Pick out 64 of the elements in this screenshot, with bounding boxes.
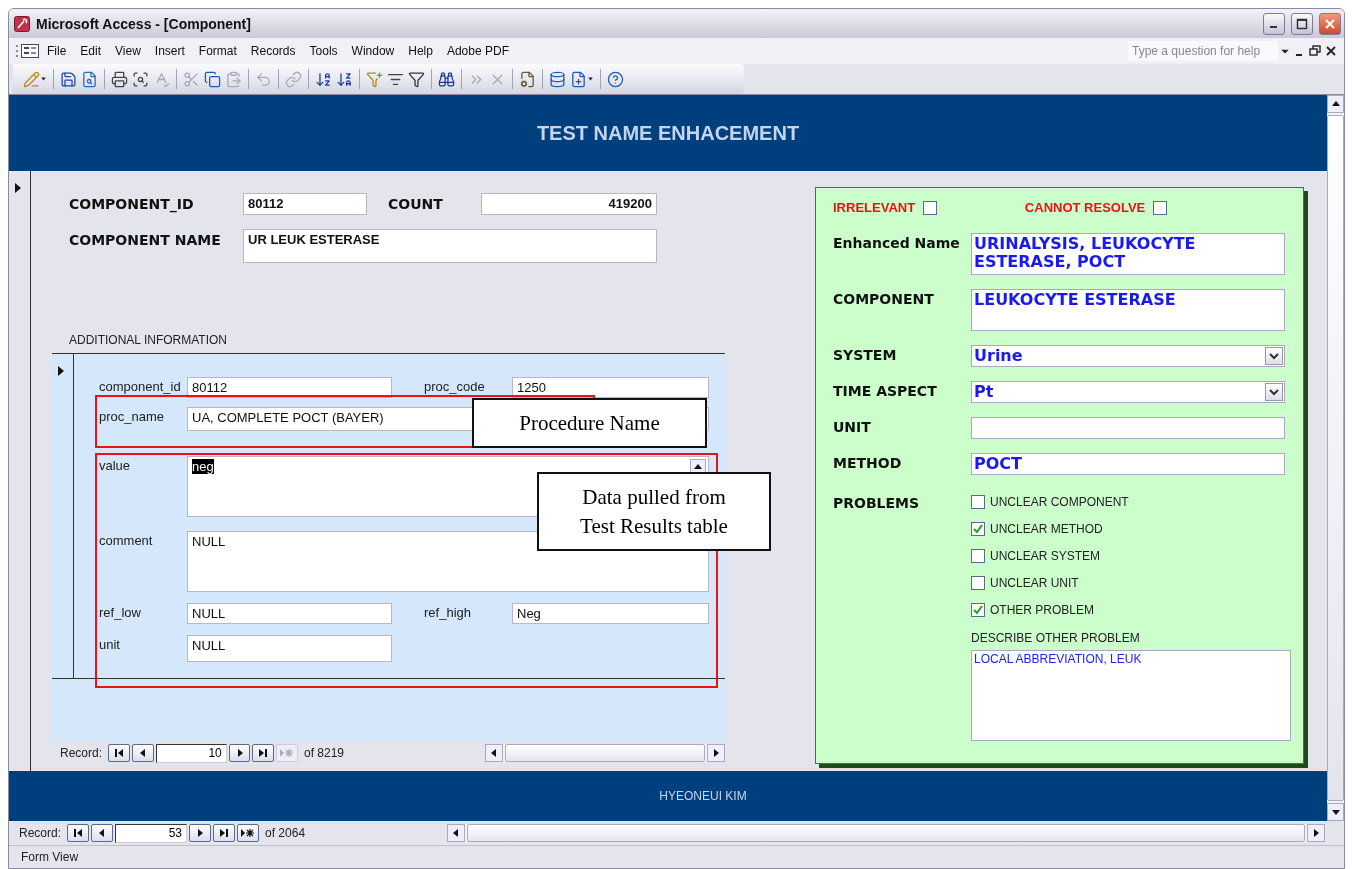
field-label: COMPONENT_ID [69, 195, 195, 212]
input-field[interactable]: 1250 [512, 377, 709, 398]
menu-item[interactable]: Adobe PDF [440, 42, 515, 60]
field-label: value [99, 457, 132, 473]
text-area[interactable]: LEUKOCYTE ESTERASE [971, 289, 1285, 331]
menu-item[interactable]: View [109, 42, 147, 60]
field-label: comment [99, 532, 154, 548]
field-label: TIME ASPECT [833, 382, 938, 399]
flag-label[interactable]: CANNOT RESOLVE [1024, 200, 1146, 215]
component-id-field[interactable]: 80112 [243, 193, 367, 215]
menu-item[interactable]: File [41, 42, 73, 60]
checkbox-label[interactable]: UNCLEAR SYSTEM [990, 549, 1101, 563]
checkbox-label[interactable]: OTHER PROBLEM [990, 603, 1094, 617]
menu-item[interactable]: Window [345, 42, 401, 60]
record-count: of 8219 [304, 746, 345, 760]
input-field[interactable]: 80112 [187, 377, 392, 398]
checkbox-label[interactable]: UNCLEAR UNIT [990, 576, 1079, 590]
field-label: component_id [99, 378, 182, 394]
field-label: ref_low [99, 604, 142, 620]
field-label: PROBLEMS [833, 494, 921, 511]
text-area[interactable]: URINALYSIS, LEUKOCYTE ESTERASE, POCT [971, 233, 1285, 275]
field-label: SYSTEM [833, 346, 898, 363]
field-label: ref_high [424, 604, 472, 620]
section-title: ADDITIONAL INFORMATION [69, 333, 228, 347]
help-search-field[interactable]: Type a question for help [1128, 41, 1278, 61]
field-label: COMPONENT NAME [69, 231, 222, 248]
count-field[interactable]: 419200 [481, 193, 657, 215]
field-label: COMPONENT [833, 290, 935, 307]
field-label: COUNT [388, 195, 444, 212]
input-field[interactable]: NULL [187, 603, 392, 624]
field-label: DESCRIBE OTHER PROBLEM [971, 631, 1141, 645]
component-name-field[interactable]: UR LEUK ESTERASE [243, 229, 657, 263]
record-count: of 2064 [265, 826, 306, 840]
author-name: HYEONEUI KIM [659, 789, 747, 803]
record-label: Record: [60, 746, 103, 760]
dropdown-field[interactable]: Urine [971, 345, 1285, 367]
text-area[interactable]: LOCAL ABBREVIATION, LEUK [971, 650, 1291, 741]
field-label: unit [99, 636, 121, 652]
record-number-field[interactable]: 10 [155, 743, 227, 763]
field-label: proc_code [424, 378, 486, 394]
menu-item[interactable]: Format [192, 42, 243, 60]
record-number-field[interactable]: 53 [115, 823, 188, 843]
field-label: METHOD [833, 454, 903, 471]
flag-label[interactable]: IRRELEVANT [833, 200, 916, 215]
checkbox-label[interactable]: UNCLEAR COMPONENT [990, 495, 1129, 509]
status-text: Form View [21, 850, 79, 864]
menu-item[interactable]: Edit [74, 42, 108, 60]
menu-item[interactable]: Records [244, 42, 302, 60]
field-label: Enhanced Name [833, 234, 961, 251]
window-title: Microsoft Access - [Component] [36, 15, 252, 32]
input-field[interactable]: NULL [187, 635, 392, 662]
menu-item[interactable]: Help [402, 42, 439, 60]
input-field[interactable]: Neg [512, 603, 709, 624]
menu-item[interactable]: Insert [148, 42, 191, 60]
annotation-tooltip: Procedure Name [472, 398, 707, 448]
dropdown-field[interactable]: Pt [971, 381, 1285, 403]
field-label: UNIT [833, 418, 872, 435]
menu-item[interactable]: Tools [303, 42, 344, 60]
form-title: TEST NAME ENHACEMENT [536, 121, 800, 145]
annotation-tooltip: Data pulled from Test Results table [537, 472, 771, 551]
record-label: Record: [19, 826, 62, 840]
field-label: proc_name [99, 408, 166, 424]
input-field[interactable]: POCT [971, 453, 1285, 475]
checkbox-label[interactable]: UNCLEAR METHOD [990, 522, 1103, 536]
